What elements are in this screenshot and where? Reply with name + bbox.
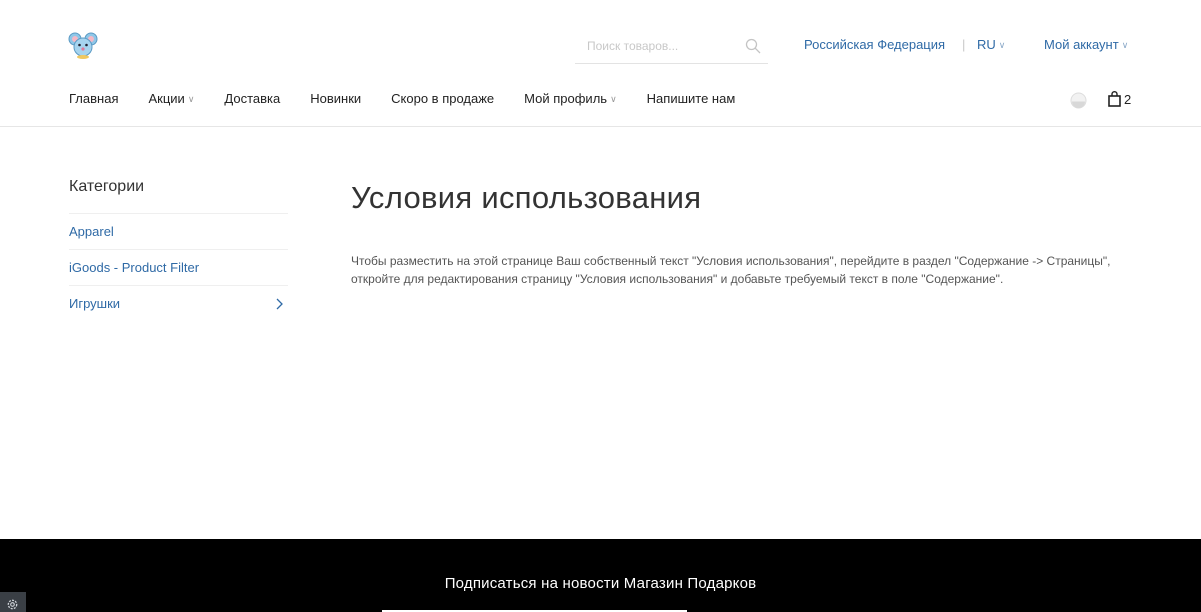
- nav-item-contact[interactable]: Напишите нам: [647, 91, 736, 111]
- nav-item-new[interactable]: Новинки: [310, 91, 361, 111]
- chevron-down-icon: ∨: [610, 94, 617, 104]
- shopping-bag-icon: [1108, 91, 1121, 107]
- chevron-down-icon: ∨: [1121, 40, 1129, 50]
- nav-item-label: Мой профиль: [524, 91, 608, 106]
- cart-count: 2: [1124, 91, 1132, 107]
- search-icon[interactable]: [745, 38, 761, 54]
- category-label: Игрушки: [69, 296, 121, 311]
- nav-item-coming-soon[interactable]: Скоро в продаже: [391, 91, 494, 111]
- main-content: Условия использования Чтобы разместить н…: [351, 178, 1131, 288]
- language-selector[interactable]: RU ∨: [977, 37, 1005, 52]
- category-item-igoods-product-filter[interactable]: iGoods - Product Filter: [69, 250, 288, 286]
- divider: |: [962, 37, 966, 52]
- nav-item-label: Акции: [148, 91, 185, 106]
- nav-item-my-profile[interactable]: Мой профиль ∨: [524, 91, 617, 111]
- mouse-logo-icon[interactable]: [68, 30, 98, 60]
- language-label: RU: [977, 37, 996, 52]
- gear-icon: [7, 599, 18, 610]
- category-item-apparel[interactable]: Apparel: [69, 214, 288, 250]
- page-body-text: Чтобы разместить на этой странице Ваш со…: [351, 254, 1111, 286]
- category-label: Apparel: [69, 224, 114, 239]
- search-input[interactable]: [587, 36, 737, 56]
- compare-icon[interactable]: [1070, 92, 1087, 109]
- category-item-toys[interactable]: Игрушки: [69, 286, 288, 322]
- newsletter-title: Подписаться на новости Магазин Подарков: [444, 575, 757, 592]
- chevron-right-icon[interactable]: [275, 298, 284, 310]
- account-menu[interactable]: Мой аккаунт ∨: [1044, 37, 1128, 52]
- page-title: Условия использования: [351, 180, 702, 215]
- categories-sidebar: Категории Apparel iGoods - Product Filte…: [69, 178, 288, 322]
- main-nav: Главная Акции ∨ Доставка Новинки Скоро в …: [69, 91, 765, 111]
- cart-button[interactable]: 2: [1108, 90, 1131, 108]
- chevron-down-icon: ∨: [187, 94, 195, 104]
- site-header: Российская Федерация | RU∨ Мой аккаунт∨ …: [0, 0, 1201, 127]
- settings-button[interactable]: [0, 592, 26, 612]
- chevron-down-icon: ∨: [998, 40, 1006, 50]
- nav-item-promotions[interactable]: Акции ∨: [148, 91, 194, 111]
- account-label: Мой аккаунт: [1044, 37, 1119, 52]
- sidebar-title: Категории: [69, 178, 288, 214]
- country-selector[interactable]: Российская Федерация: [804, 37, 945, 52]
- nav-item-home[interactable]: Главная: [69, 91, 118, 111]
- category-label: iGoods - Product Filter: [69, 260, 200, 275]
- search-box: [575, 29, 768, 64]
- nav-item-delivery[interactable]: Доставка: [224, 91, 280, 111]
- site-footer: Подписаться на новости Магазин Подарков: [0, 539, 1201, 612]
